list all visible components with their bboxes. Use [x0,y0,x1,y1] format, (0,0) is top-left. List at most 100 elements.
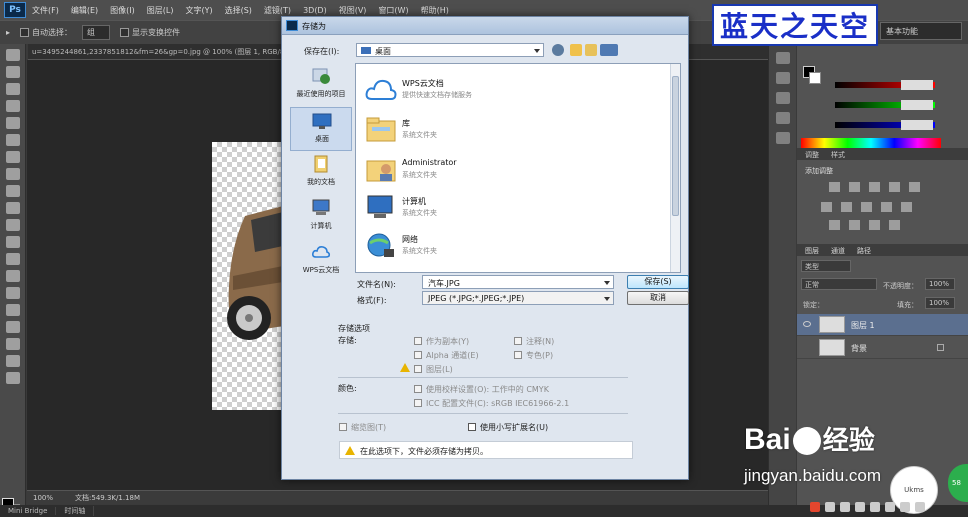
red-value[interactable] [901,80,933,90]
menu-file[interactable]: 文件(F) [32,5,59,16]
auto-select-option[interactable]: 自动选择： [20,27,72,38]
list-item[interactable]: WPS云文档 提供快速文档存储服务 [364,72,664,108]
menu-filter[interactable]: 滤镜(T) [264,5,291,16]
filename-input[interactable]: 汽车.JPG [422,275,614,289]
proof-checkbox[interactable] [414,385,422,393]
hand-tool-icon[interactable] [5,355,20,367]
list-item[interactable]: Administrator 系统文件夹 [364,152,664,188]
invert-adjust-icon[interactable] [829,220,840,230]
curves-adjust-icon[interactable] [869,182,880,192]
place-computer[interactable]: 计算机 [290,195,352,239]
gradient-tool-icon[interactable] [5,236,20,248]
tab-paths[interactable]: 路径 [857,246,871,256]
threshold-adjust-icon[interactable] [869,220,880,230]
brush-tool-icon[interactable] [5,168,20,180]
list-item[interactable]: 网络 系统文件夹 [364,228,664,264]
visibility-eye-icon[interactable] [803,321,811,327]
layer-name[interactable]: 背景 [851,343,867,354]
document-size[interactable]: 文档:549.3K/1.18M [75,493,140,503]
tab-adjustments[interactable]: 调整 [805,150,819,160]
tab-layers[interactable]: 图层 [805,246,819,256]
view-menu-icon[interactable] [600,44,618,56]
blur-tool-icon[interactable] [5,253,20,265]
fill-input[interactable]: 100% [925,297,955,309]
sogou-icon[interactable] [810,502,820,512]
keyboard-icon[interactable] [885,502,895,512]
icc-checkbox[interactable] [414,399,422,407]
punctuation-icon[interactable] [840,502,850,512]
color-balance-adjust-icon[interactable] [841,202,852,212]
format-dropdown[interactable]: JPEG (*.JPG;*.JPEG;*.JPE) [422,291,614,305]
menu-help[interactable]: 帮助(H) [421,5,449,16]
levels-adjust-icon[interactable] [849,182,860,192]
shape-tool-icon[interactable] [5,338,20,350]
crop-tool-icon[interactable] [5,117,20,129]
new-folder-icon[interactable] [585,44,597,56]
place-desktop[interactable]: 桌面 [290,107,352,151]
vibrance-adjust-icon[interactable] [909,182,920,192]
chevron-down-icon[interactable] [604,281,610,285]
marquee-tool-icon[interactable] [5,66,20,78]
as-copy-checkbox[interactable] [414,337,422,345]
emoji-icon[interactable] [855,502,865,512]
photo-filter-adjust-icon[interactable] [881,202,892,212]
layers-checkbox[interactable] [414,365,422,373]
hue-adjust-icon[interactable] [821,202,832,212]
auto-select-dropdown[interactable]: 组 [82,25,111,40]
scrollbar-thumb[interactable] [672,76,679,216]
layer-row-background[interactable]: 背景 [797,337,968,359]
pen-tool-icon[interactable] [5,287,20,299]
posterize-adjust-icon[interactable] [849,220,860,230]
move-tool-icon[interactable] [5,49,20,61]
alpha-checkbox[interactable] [414,351,422,359]
blend-mode-select[interactable]: 正常 [801,278,877,290]
show-transform-option[interactable]: 显示变换控件 [120,27,180,38]
stamp-tool-icon[interactable] [5,185,20,197]
save-button[interactable]: 保存(S) [627,275,689,289]
microphone-icon[interactable] [870,502,880,512]
menu-select[interactable]: 选择(S) [225,5,252,16]
black-white-adjust-icon[interactable] [861,202,872,212]
user-icon[interactable] [900,502,910,512]
auto-select-checkbox[interactable] [20,28,30,37]
menu-view[interactable]: 视图(V) [339,5,367,16]
tab-styles[interactable]: 样式 [831,150,845,160]
chinese-mode-icon[interactable] [825,502,835,512]
info-panel-icon[interactable] [775,92,790,104]
tab-mini-bridge[interactable]: Mini Bridge [0,507,57,515]
tools-icon[interactable] [915,502,925,512]
path-select-tool-icon[interactable] [5,321,20,333]
place-wps-cloud[interactable]: WPS云文档 [290,239,352,283]
type-tool-icon[interactable] [5,304,20,316]
properties-panel-icon[interactable] [775,72,790,84]
spot-checkbox[interactable] [514,351,522,359]
workspace-switcher[interactable]: 基本功能 [880,22,962,40]
history-panel-icon[interactable] [775,52,790,64]
brightness-adjust-icon[interactable] [829,182,840,192]
eyedropper-tool-icon[interactable] [5,134,20,146]
zoom-tool-icon[interactable] [5,372,20,384]
panel-bg-swatch[interactable] [809,72,821,84]
thumbnail-checkbox[interactable] [339,423,347,431]
up-folder-icon[interactable] [570,44,582,56]
opacity-input[interactable]: 100% [925,278,955,290]
place-documents[interactable]: 我的文档 [290,151,352,195]
list-item[interactable]: 计算机 系统文件夹 [364,190,664,226]
tab-channels[interactable]: 通道 [831,246,845,256]
tab-timeline[interactable]: 时间轴 [56,506,95,516]
cancel-button[interactable]: 取消 [627,291,689,305]
character-panel-icon[interactable] [775,112,790,124]
menu-layer[interactable]: 图层(L) [147,5,174,16]
notes-checkbox[interactable] [514,337,522,345]
show-transform-checkbox[interactable] [120,28,130,37]
back-icon[interactable] [552,44,564,56]
quick-select-tool-icon[interactable] [5,100,20,112]
place-recent[interactable]: 最近使用的项目 [290,63,352,107]
menu-type[interactable]: 文字(Y) [185,5,212,16]
menu-window[interactable]: 窗口(W) [378,5,408,16]
green-value[interactable] [901,100,933,110]
healing-tool-icon[interactable] [5,151,20,163]
lowercase-ext-checkbox[interactable] [468,423,476,431]
exposure-adjust-icon[interactable] [889,182,900,192]
paragraph-panel-icon[interactable] [775,132,790,144]
